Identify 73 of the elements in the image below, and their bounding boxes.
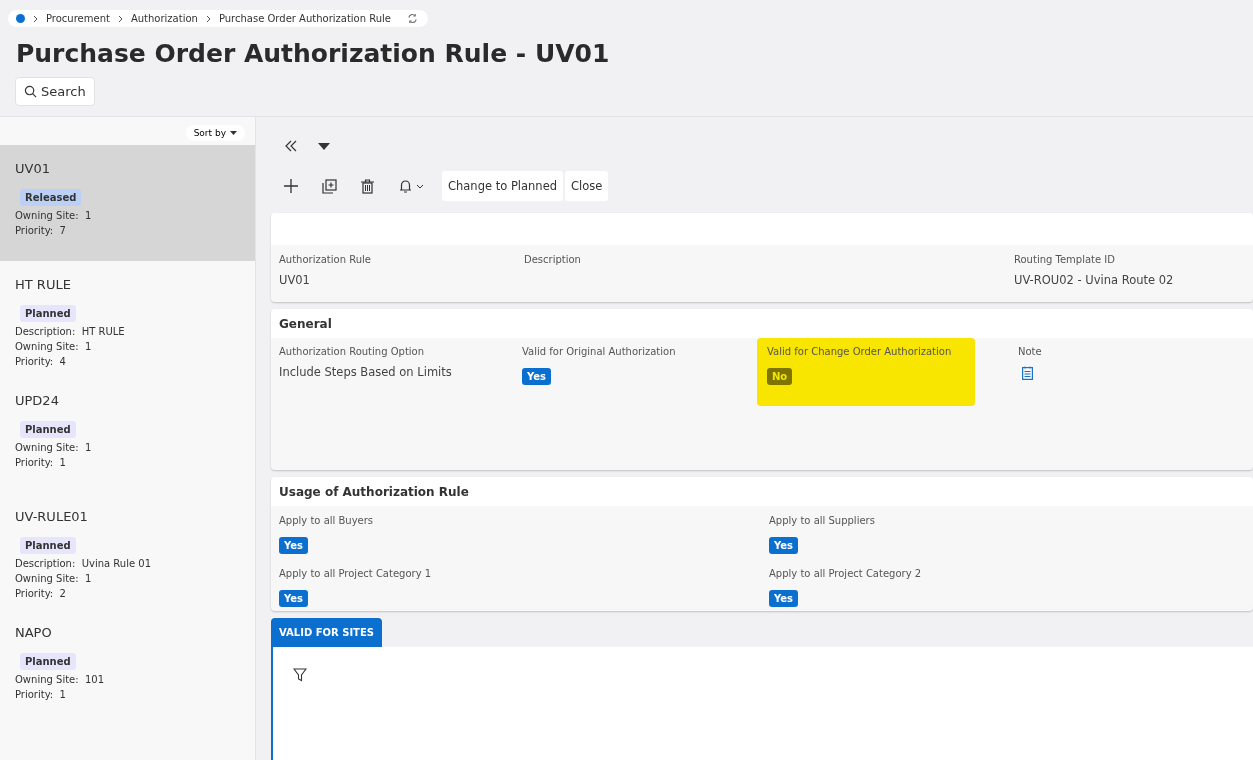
chevron-icon <box>205 14 211 23</box>
boolean-badge: Yes <box>279 537 309 554</box>
note-icon[interactable] <box>1022 366 1033 380</box>
item-field: Owning Site: 1 <box>15 208 240 223</box>
field-value: UV-ROU02 - Uvina Route 02 <box>1014 273 1175 287</box>
section-title: General <box>271 309 1253 338</box>
home-icon[interactable] <box>16 14 25 23</box>
item-field: Owning Site: 1 <box>15 440 240 455</box>
item-field: Priority: 1 <box>15 687 240 702</box>
dropdown-caret-icon[interactable] <box>318 142 330 150</box>
status-badge: Planned <box>20 537 76 554</box>
caret-icon <box>230 131 237 135</box>
field-label: Apply to all Buyers <box>279 515 375 526</box>
breadcrumb-link[interactable]: Purchase Order Authorization Rule <box>218 13 391 24</box>
item-field: Priority: 7 <box>15 223 240 238</box>
field-label: Authorization Rule <box>279 254 372 265</box>
sort-button[interactable]: Sort by <box>185 125 245 141</box>
duplicate-icon[interactable] <box>322 178 337 194</box>
field-label: Note <box>1018 346 1043 357</box>
item-title: NAPO <box>15 625 53 640</box>
field-label: Valid for Change Order Authorization <box>767 346 953 357</box>
refresh-icon[interactable] <box>407 13 418 24</box>
section-title: Usage of Authorization Rule <box>271 477 1253 506</box>
item-field: Priority: 4 <box>15 354 240 369</box>
item-title: UPD24 <box>15 393 60 408</box>
filter-icon[interactable] <box>293 668 307 682</box>
chevron-icon <box>117 14 123 23</box>
list-item[interactable]: NAPO Planned Owning Site: 101 Priority: 1 <box>0 609 255 725</box>
field-label: Apply to all Suppliers <box>769 515 876 526</box>
breadcrumb-link[interactable]: Authorization <box>130 13 198 24</box>
item-title: UV-RULE01 <box>15 509 89 524</box>
trash-icon[interactable] <box>361 178 374 194</box>
breadcrumb-link[interactable]: Procurement <box>46 13 110 24</box>
boolean-badge: Yes <box>769 537 799 554</box>
item-field: Owning Site: 1 <box>15 339 240 354</box>
boolean-badge: No <box>767 368 793 385</box>
status-badge: Released <box>20 189 82 206</box>
item-field: Owning Site: 1 <box>15 571 240 586</box>
item-field: Description: HT RULE <box>15 324 240 339</box>
search-button[interactable]: Search <box>15 77 95 106</box>
item-field: Owning Site: 101 <box>15 672 240 687</box>
list-item[interactable]: UV-RULE01 Planned Description: Uvina Rule 01 Owning Site: 1 Priority: 2 <box>0 493 255 609</box>
field-label: Authorization Routing Option <box>279 346 426 357</box>
toolbar-button[interactable]: Close <box>565 171 609 201</box>
item-title: UV01 <box>15 161 51 176</box>
chevron-icon <box>33 14 38 23</box>
bell-icon[interactable] <box>398 178 424 194</box>
status-badge: Planned <box>20 305 76 322</box>
toolbar-button[interactable]: Change to Planned <box>442 171 563 201</box>
status-badge: Planned <box>20 421 76 438</box>
add-icon[interactable] <box>284 179 298 193</box>
item-field: Priority: 1 <box>15 455 240 470</box>
list-item[interactable]: UV01 Released Owning Site: 1 Priority: 7 <box>0 145 255 261</box>
list-item[interactable]: HT RULE Planned Description: HT RULE Owning Site: 1 Priority: 4 <box>0 261 255 377</box>
boolean-badge: Yes <box>522 368 552 385</box>
field-label: Description <box>524 254 582 265</box>
boolean-badge: Yes <box>769 590 799 607</box>
status-badge: Planned <box>20 653 76 670</box>
item-field: Description: Uvina Rule 01 <box>15 556 240 571</box>
item-title: HT RULE <box>15 277 72 292</box>
field-label: Apply to all Project Category 1 <box>279 568 433 579</box>
field-value: Include Steps Based on Limits <box>279 365 453 379</box>
page-title: Purchase Order Authorization Rule - UV01 <box>16 39 611 68</box>
field-value: UV01 <box>279 273 311 287</box>
field-label: Valid for Original Authorization <box>522 346 677 357</box>
search-icon <box>24 85 37 98</box>
field-label: Apply to all Project Category 2 <box>769 568 923 579</box>
list-item[interactable]: UPD24 Planned Owning Site: 1 Priority: 1 <box>0 377 255 493</box>
item-field: Priority: 2 <box>15 586 240 601</box>
tab[interactable]: VALID FOR SITES <box>271 618 382 647</box>
boolean-badge: Yes <box>279 590 309 607</box>
field-label: Routing Template ID <box>1014 254 1116 265</box>
collapse-icon[interactable] <box>284 140 298 152</box>
